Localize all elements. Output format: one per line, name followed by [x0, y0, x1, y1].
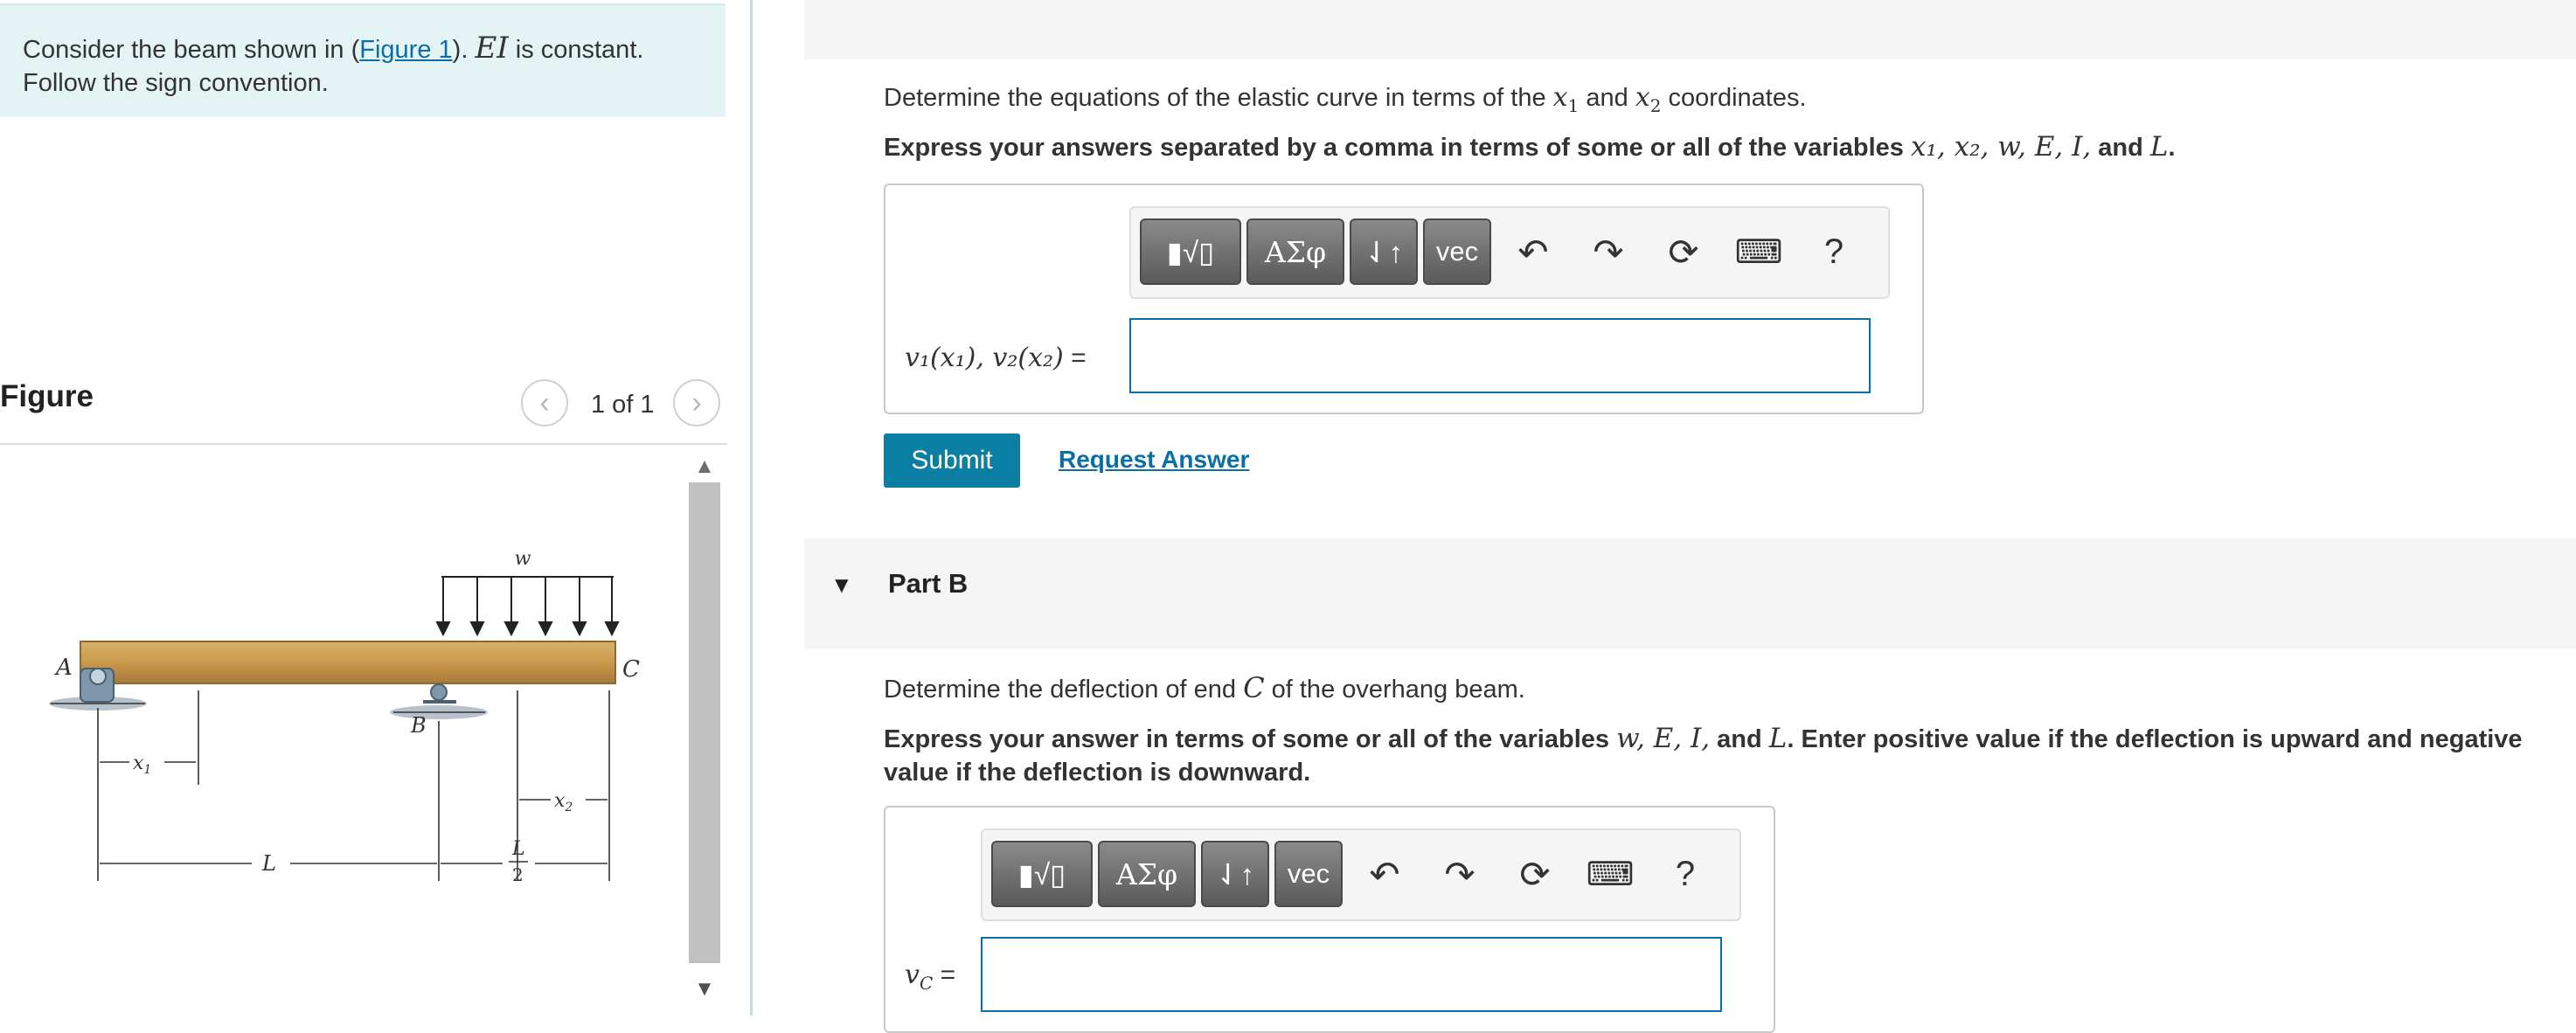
span-l-label: L [261, 851, 276, 876]
redo-icon[interactable]: ↷ [1435, 841, 1484, 907]
part-b-prompt: Determine the deflection of end C of the… [884, 671, 1525, 704]
intro-text-before: Consider the beam shown in ( [23, 36, 360, 64]
part-b-instructions: Express your answer in terms of some or … [884, 723, 2523, 787]
part-a-prompt: Determine the equations of the elastic c… [884, 82, 1807, 116]
x1-label: x1 [133, 752, 151, 777]
part-b-answer-input[interactable] [981, 937, 1722, 1012]
undo-icon[interactable]: ↶ [1360, 841, 1409, 907]
templates-button[interactable]: ▮√▯ [991, 841, 1093, 907]
templates-button[interactable]: ▮√▯ [1140, 218, 1241, 285]
overhang-l-denominator: 2 [512, 864, 524, 885]
part-b-answer-box: ▮√▯ ΑΣφ ⇃↑ vec ↶ ↷ ⟳ ⌨ ? vC = [884, 806, 1775, 1033]
problem-intro: Consider the beam shown in (Figure 1). E… [0, 3, 726, 117]
part-a-answer-input[interactable] [1129, 318, 1871, 393]
figure-divider [0, 443, 727, 445]
intro-text-const: is constant. [508, 36, 644, 64]
load-label-w: w [515, 548, 531, 570]
keyboard-icon[interactable]: ⌨ [1586, 841, 1635, 907]
part-a-request-answer-link[interactable]: Request Answer [1059, 446, 1249, 474]
left-panel: Consider the beam shown in (Figure 1). E… [0, 0, 752, 1016]
chevron-left-icon: ‹ [539, 385, 550, 419]
vector-button[interactable]: vec [1274, 841, 1343, 907]
help-button[interactable]: ? [1661, 841, 1710, 907]
templates-icon: ▮√▯ [1017, 857, 1066, 891]
intro-text-after: ). [452, 36, 476, 64]
part-b-answer-label: vC = [905, 960, 956, 994]
greek-symbols-button[interactable]: ΑΣφ [1098, 841, 1196, 907]
caret-down-icon[interactable]: ▼ [830, 572, 853, 599]
part-a-answer-label: v₁(x₁), v₂(x₂) = [905, 343, 1087, 373]
vector-button[interactable]: vec [1423, 218, 1491, 285]
roller-support-b [390, 683, 488, 719]
updown-arrows-icon: ⇃↑ [1364, 235, 1404, 268]
templates-icon: ▮√▯ [1166, 235, 1215, 268]
figure-next-button[interactable]: › [673, 379, 720, 426]
point-c-label: C [622, 656, 640, 683]
figure-link[interactable]: Figure 1 [359, 36, 452, 64]
greek-symbols-button[interactable]: ΑΣφ [1246, 218, 1344, 285]
part-b-header[interactable] [804, 538, 2576, 648]
part-a-math-toolbar: ▮√▯ ΑΣφ ⇃↑ vec ↶ ↷ ⟳ ⌨ ? [1129, 206, 1890, 299]
part-a-answer-box: ▮√▯ ΑΣφ ⇃↑ vec ↶ ↷ ⟳ ⌨ ? v₁(x₁), v₂(x₂) … [884, 184, 1924, 414]
undo-icon[interactable]: ↶ [1509, 218, 1558, 285]
x2-label: x2 [554, 790, 573, 815]
dimension-lines [97, 690, 610, 881]
subscript-superscript-button[interactable]: ⇃↑ [1350, 218, 1418, 285]
ei-symbol: EI [475, 31, 509, 66]
part-a-instructions: Express your answers separated by a comm… [884, 131, 2176, 163]
keyboard-icon[interactable]: ⌨ [1734, 218, 1783, 285]
chevron-right-icon: › [691, 385, 702, 419]
part-a-header [804, 0, 2576, 59]
figure-prev-button[interactable]: ‹ [521, 379, 568, 426]
beam [80, 641, 616, 684]
reset-icon[interactable]: ⟳ [1659, 218, 1708, 285]
figure-title: Figure [0, 379, 94, 413]
point-b-label: B [410, 713, 427, 738]
reset-icon[interactable]: ⟳ [1510, 841, 1559, 907]
scroll-down-arrow-icon[interactable]: ▼ [692, 977, 717, 1002]
subscript-superscript-button[interactable]: ⇃↑ [1201, 841, 1269, 907]
updown-arrows-icon: ⇃↑ [1215, 857, 1255, 891]
part-b-title[interactable]: Part B [888, 568, 968, 600]
panel-divider[interactable] [750, 0, 753, 1016]
distributed-load: w [435, 548, 620, 637]
figure-counter: 1 of 1 [591, 391, 655, 419]
help-button[interactable]: ? [1809, 218, 1858, 285]
part-a-submit-button[interactable]: Submit [884, 433, 1020, 488]
figure-scrollbar-thumb[interactable] [689, 482, 720, 963]
intro-line-2: Follow the sign convention. [23, 69, 329, 97]
redo-icon[interactable]: ↷ [1584, 218, 1633, 285]
beam-figure: w A C B x1 x2 L L 2 [49, 548, 640, 885]
overhang-l-numerator: L [511, 838, 525, 860]
point-a-label: A [54, 655, 73, 681]
part-b-math-toolbar: ▮√▯ ΑΣφ ⇃↑ vec ↶ ↷ ⟳ ⌨ ? [981, 828, 1741, 921]
scroll-up-arrow-icon[interactable]: ▲ [692, 454, 717, 479]
